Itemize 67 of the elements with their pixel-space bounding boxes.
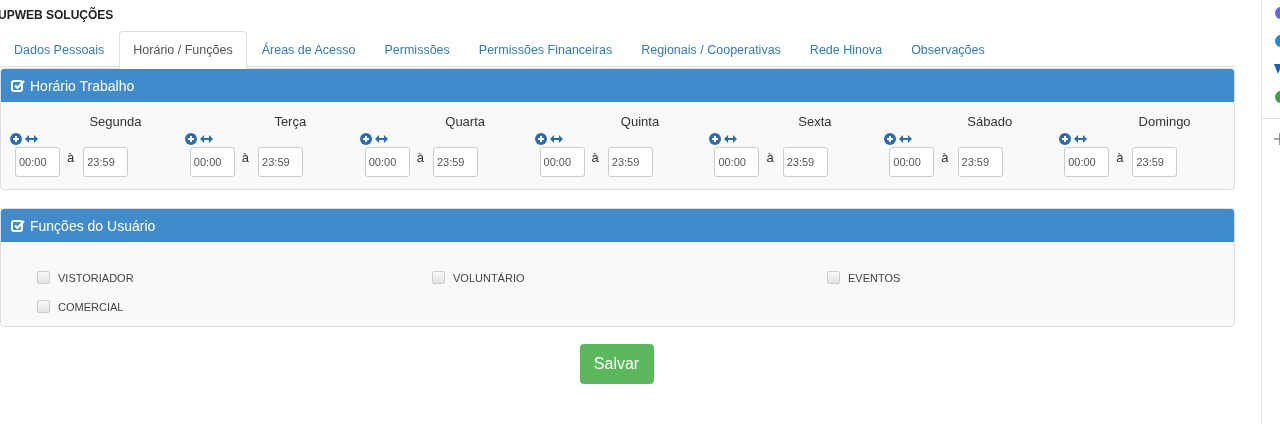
checkbox[interactable] xyxy=(37,300,50,313)
double-arrow-icon[interactable] xyxy=(899,134,913,143)
checkbox-label: VISTORIADOR xyxy=(58,271,134,284)
start-time-field[interactable]: 00:00 xyxy=(539,147,585,177)
add-circle-icon[interactable] xyxy=(10,132,22,145)
end-time-field[interactable]: 23:59 xyxy=(258,147,304,177)
end-time-field[interactable]: 23:59 xyxy=(957,147,1003,177)
double-arrow-icon[interactable] xyxy=(1074,134,1088,143)
app-icon[interactable] xyxy=(1274,34,1280,48)
separator-text: à xyxy=(1116,150,1124,165)
end-time-field[interactable]: 23:59 xyxy=(1132,147,1178,177)
double-arrow-icon[interactable] xyxy=(199,134,213,143)
start-time-field[interactable]: 00:00 xyxy=(714,147,760,177)
end-time-field[interactable]: 23:59 xyxy=(782,147,828,177)
add-circle-icon[interactable] xyxy=(359,132,372,145)
separator-text: à xyxy=(67,150,75,165)
tab[interactable]: Áreas de Acesso xyxy=(247,31,370,68)
start-time-field[interactable]: 00:00 xyxy=(364,147,410,177)
add-circle-icon[interactable] xyxy=(184,132,197,145)
tab[interactable]: Permissões Financeiras xyxy=(464,31,627,68)
end-time-field[interactable]: 23:59 xyxy=(607,147,653,177)
day-label: Domingo xyxy=(1137,114,1192,131)
tab[interactable]: Regionais / Cooperativas xyxy=(627,31,795,68)
double-arrow-icon[interactable] xyxy=(549,134,563,143)
separator-text: à xyxy=(591,150,599,165)
separator-text: à xyxy=(416,150,424,165)
start-time-field[interactable]: 00:00 xyxy=(15,147,60,177)
checked-square-icon xyxy=(11,78,25,93)
day-label: Terça xyxy=(273,114,308,131)
add-circle-icon[interactable] xyxy=(709,132,722,145)
add-circle-icon[interactable] xyxy=(1059,132,1072,145)
separator-text: à xyxy=(241,150,250,165)
checked-square-icon xyxy=(11,218,25,233)
panel-title: Funções do Usuário xyxy=(30,217,156,234)
app-icon[interactable] xyxy=(1274,62,1280,76)
tab[interactable]: Permissões xyxy=(370,31,464,68)
double-arrow-icon[interactable] xyxy=(374,134,388,143)
end-time-field[interactable]: 23:59 xyxy=(83,147,129,177)
checkbox-label: EVENTOS xyxy=(848,271,901,284)
separator-text: à xyxy=(941,150,949,165)
day-label: Quarta xyxy=(444,114,486,131)
start-time-field[interactable]: 00:00 xyxy=(889,147,935,177)
checkbox[interactable] xyxy=(37,271,50,284)
panel-title: Horário Trabalho xyxy=(30,77,135,94)
double-arrow-icon[interactable] xyxy=(724,134,738,143)
day-label: Segunda xyxy=(88,114,143,131)
app-icon[interactable] xyxy=(1274,90,1280,104)
tab[interactable]: Dados Pessoais xyxy=(0,31,119,68)
add-icon[interactable] xyxy=(1274,133,1280,145)
tab[interactable]: Horário / Funções xyxy=(119,31,247,69)
day-label: Quinta xyxy=(619,114,661,131)
checkbox-label: COMERCIAL xyxy=(58,300,124,313)
tab[interactable]: Rede Hinova xyxy=(795,31,897,68)
start-time-field[interactable]: 00:00 xyxy=(189,147,235,177)
end-time-field[interactable]: 23:59 xyxy=(432,147,478,177)
separator-text: à xyxy=(766,150,774,165)
app-icon[interactable] xyxy=(1274,6,1280,20)
tab[interactable]: Observações xyxy=(897,31,999,68)
day-label: Sábado xyxy=(966,114,1014,131)
start-time-field[interactable]: 00:00 xyxy=(1064,147,1110,177)
double-arrow-icon[interactable] xyxy=(25,134,38,143)
add-circle-icon[interactable] xyxy=(884,132,897,145)
checkbox-label: VOLUNTÁRIO xyxy=(453,271,525,284)
checkbox[interactable] xyxy=(827,271,840,284)
add-circle-icon[interactable] xyxy=(534,132,547,145)
checkbox[interactable] xyxy=(432,271,445,284)
day-label: Sexta xyxy=(797,114,833,131)
